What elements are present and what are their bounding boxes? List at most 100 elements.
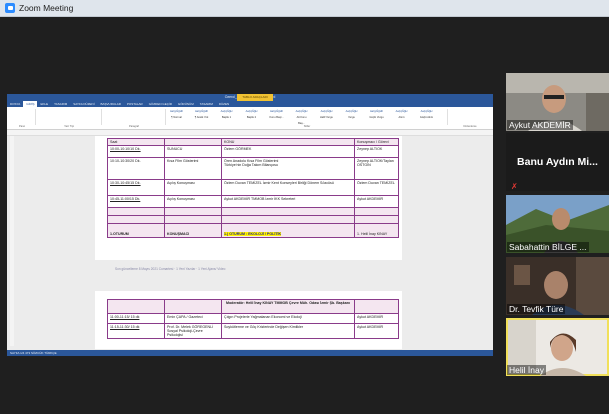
ribbon-group-label: Yazı Tipi <box>64 125 74 128</box>
table-cell: Moderatör: Helil İnay KINAY TMMOB Çevre … <box>221 299 355 314</box>
ribbon-group-label: Pano <box>18 125 26 128</box>
table-cell: Ören Anadolu Kısa Film Gösterimi Türkiye… <box>221 157 355 180</box>
participant-name: Sabahattin BİLGE ... <box>507 242 589 252</box>
table-cell: Soykütlerme ve Göç Krizlerinde Değişen K… <box>221 323 355 339</box>
shared-screen[interactable]: Ozerol_Turizm_Prog2-07 - Word TABLO ARAÇ… <box>7 94 493 356</box>
style-title[interactable]: AaÇçĞğHh Konu Başl... <box>268 109 285 122</box>
style-name: ¶ Aralık Yok <box>194 116 209 119</box>
table-cell: Prof. Dr. Melek GÖREGENLİ Sosyal Psikolo… <box>164 323 222 339</box>
ribbon-group-label: Düzenleme <box>463 125 477 128</box>
word-status-bar: SAYFA 1/4 473 SÖZCÜK TÜRKÇE <box>7 350 493 356</box>
moderator-row: Moderatör: Helil İnay KINAY TMMOB Çevre … <box>107 299 399 314</box>
table-cell <box>164 207 222 216</box>
table-row: 10:10-10:30/20 Dk. Kısa Film Gösterimi Ö… <box>107 157 399 180</box>
table-header-cell: Saat <box>107 138 165 146</box>
program-table-1: Saat KONU Konuşmacı / Görevi 10:00-10:10… <box>107 138 399 238</box>
table-cell: Aykut AKDEMİR TMMOB İzmir İKK Sekreteri <box>221 195 355 208</box>
document-page-2[interactable]: Moderatör: Helil İnay KINAY TMMOB Çevre … <box>95 291 402 349</box>
table-cell: 10:00-10:10/10 Dk. <box>107 145 165 158</box>
table-cell: Özlem GÖRMEK <box>221 145 355 158</box>
table-cell: Açılış Konuşması <box>164 179 222 196</box>
table-header-cell: KONU <box>221 138 355 146</box>
table-cell: Zeynep ALTIOK/Taylan OSTGIN <box>354 157 399 180</box>
table-cell: 10:10-10:30/20 Dk. <box>107 157 165 180</box>
ribbon-group-paragraph: Paragraf <box>103 109 166 128</box>
style-name: Alıntı <box>398 116 405 119</box>
word-title-bar: Ozerol_Turizm_Prog2-07 - Word TABLO ARAÇ… <box>7 94 493 101</box>
ribbon-group-font: Yazı Tipi <box>37 109 102 128</box>
table-row: 10:30-10:45/15 Dk. Açılış Konuşması Özle… <box>107 179 399 196</box>
participant-tile-tevfik[interactable]: Dr. Tevfik Türe <box>506 257 609 315</box>
ribbon-group-editing: Düzenleme <box>451 109 489 128</box>
table-row: 11:00-11:15/ 15 dk Emin ÇAPA / Gazeteci … <box>107 313 399 324</box>
style-subtitle[interactable]: AaÇçĞğH Alt Konu Baş... <box>293 109 310 125</box>
participant-tile-sabahattin[interactable]: Sabahattin BİLGE ... <box>506 195 609 253</box>
table-cell: KONUŞMACI <box>164 223 222 238</box>
page-footer-note: Son güncelleme 8 Mayıs 2021 Cumartesi · … <box>115 267 226 271</box>
table-cell <box>354 299 399 314</box>
table-row <box>107 207 399 216</box>
table-cell <box>107 207 165 216</box>
table-cell: Özlem Duvan TEMİZEL İzmir Kent Konseyler… <box>221 179 355 196</box>
table-cell: 11:00-11:15/ 15 dk <box>107 313 165 324</box>
participant-name: Banu Aydın Mi... <box>517 156 598 168</box>
participant-tile-helil-active-speaker[interactable]: Helil İnay <box>506 318 609 376</box>
window-title: Zoom Meeting <box>19 3 74 13</box>
style-name: Başlık 1 <box>221 116 232 119</box>
style-heading-1[interactable]: AaÇçĞğH Başlık 1 <box>218 109 235 122</box>
participant-name: Dr. Tevfik Türe <box>507 304 566 314</box>
style-name: Alt Konu Baş... <box>296 116 307 125</box>
style-normal[interactable]: AaÇçĞğHh ¶ Normal <box>168 109 185 122</box>
table-cell <box>221 215 355 224</box>
session-row: 1.OTURUM KONUŞMACI 1.) OTURUM : EKOLOJİ … <box>107 223 399 238</box>
style-name: Vurgu <box>348 116 355 119</box>
table-row <box>107 215 399 224</box>
table-cell: Aykut AKDEMİR <box>354 323 399 339</box>
table-cell: Çılgın Projelerle Yağmalanan Ekonomi ve … <box>221 313 355 324</box>
program-table-2: Moderatör: Helil İnay KINAY TMMOB Çevre … <box>107 299 399 339</box>
style-subtle-emphasis[interactable]: AaÇçĞğH Hafif Vurgu <box>318 109 335 122</box>
style-name: Başlık 2 <box>246 116 257 119</box>
table-cell: Zeynep ALTIOK <box>354 145 399 158</box>
table-cell <box>221 207 355 216</box>
participant-tile-aykut[interactable]: Aykut AKDEMİR <box>506 73 609 131</box>
participant-name: Aykut AKDEMİR <box>507 120 573 130</box>
style-name: Güçlü Alıntı <box>419 116 434 119</box>
table-cell: Aykut AKDEMİR <box>354 195 399 208</box>
table-cell <box>354 207 399 216</box>
contextual-tab-label: TABLO ARAÇLARI <box>237 94 273 101</box>
style-name: Konu Başl... <box>269 116 284 119</box>
style-quote[interactable]: AaÇçĞğH Alıntı <box>393 109 410 122</box>
style-emphasis[interactable]: AaÇçĞğH Vurgu <box>343 109 360 122</box>
participant-name: Helil İnay <box>507 365 546 375</box>
table-cell <box>107 299 165 314</box>
table-cell: 10:45-11:00/15 Dk. <box>107 195 165 208</box>
table-cell <box>107 215 165 224</box>
style-intense-quote[interactable]: AaÇçĞğH Güçlü Alıntı <box>418 109 435 122</box>
table-cell: Aykut AKDEMİR <box>354 313 399 324</box>
participant-tile-banu[interactable]: Banu Aydın Mi... <box>506 133 609 191</box>
table-cell <box>164 215 222 224</box>
table-cell: 10:30-10:45/15 Dk. <box>107 179 165 196</box>
style-name: ¶ Normal <box>171 116 182 119</box>
table-cell: Özlem Duvan TEMİZEL <box>354 179 399 196</box>
table-cell <box>164 299 222 314</box>
word-ribbon: Pano Yazı Tipi Paragraf Stiller Düzenlem… <box>7 107 493 130</box>
style-heading-2[interactable]: AaÇçĞğH Başlık 2 <box>243 109 260 122</box>
table-cell: SUNUCU <box>164 145 222 158</box>
table-cell: 1.OTURUM <box>107 223 165 238</box>
muted-mic-icon: ✗ <box>511 182 518 191</box>
style-name: Hafif Vurgu <box>320 116 333 119</box>
table-cell: Açılış Konuşması <box>164 195 222 208</box>
table-cell: Kısa Film Gösterimi <box>164 157 222 180</box>
style-name: Güçlü Vurgu <box>369 116 384 119</box>
table-cell: Emin ÇAPA / Gazeteci <box>164 313 222 324</box>
style-intense-emphasis[interactable]: AaÇçĞğHh Güçlü Vurgu <box>368 109 385 122</box>
document-page-1[interactable]: Saat KONU Konuşmacı / Görevi 10:00-10:10… <box>95 136 402 260</box>
style-no-spacing[interactable]: AaÇçĞğHh ¶ Aralık Yok <box>193 109 210 122</box>
window-titlebar: Zoom Meeting <box>0 0 609 17</box>
table-row: 10:45-11:00/15 Dk. Açılış Konuşması Ayku… <box>107 195 399 208</box>
table-cell: 1.) OTURUM : EKOLOJİ / POLİTİK <box>221 223 355 238</box>
vertical-ruler[interactable] <box>10 136 14 346</box>
zoom-logo-icon <box>5 3 15 13</box>
